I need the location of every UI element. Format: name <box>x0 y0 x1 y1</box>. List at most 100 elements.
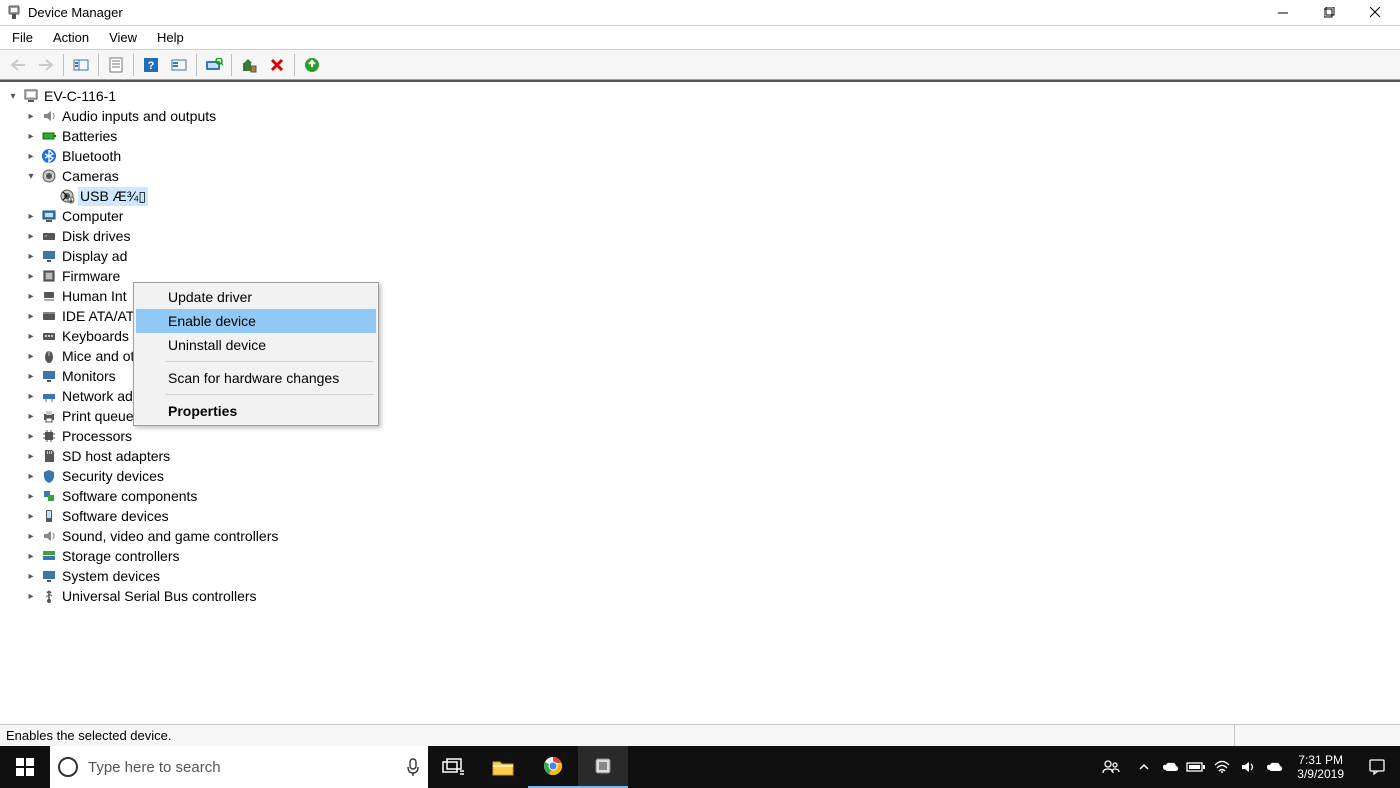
expand-toggle[interactable]: ▾ <box>24 169 38 183</box>
action-center-button[interactable] <box>1354 758 1400 776</box>
statusbar: Enables the selected device. <box>0 724 1400 746</box>
expand-toggle[interactable]: ▸ <box>24 389 38 403</box>
svg-text:?: ? <box>148 60 155 72</box>
context-update-driver[interactable]: Update driver <box>136 285 376 309</box>
hid-icon <box>40 287 58 305</box>
tree-category[interactable]: ▸ Security devices <box>22 466 1400 486</box>
disable-device-button[interactable] <box>264 53 290 77</box>
context-scan-hardware[interactable]: Scan for hardware changes <box>136 366 376 390</box>
tree-category[interactable]: ▸ Audio inputs and outputs <box>22 106 1400 126</box>
tree-category[interactable]: ▸ SD host adapters <box>22 446 1400 466</box>
enable-device-button[interactable] <box>299 53 325 77</box>
battery-tray-icon[interactable] <box>1183 746 1209 788</box>
root-label[interactable]: EV-C-116-1 <box>42 87 118 105</box>
expand-toggle[interactable]: ▸ <box>24 309 38 323</box>
maximize-button[interactable] <box>1306 0 1352 26</box>
expand-toggle[interactable]: ▸ <box>24 589 38 603</box>
search-placeholder: Type here to search <box>88 759 396 776</box>
scan-hardware-button[interactable] <box>201 53 227 77</box>
expand-toggle[interactable]: ▸ <box>24 489 38 503</box>
titlebar: Device Manager <box>0 0 1400 26</box>
tree-category[interactable]: ▸ Display ad <box>22 246 1400 266</box>
expand-toggle[interactable]: ▸ <box>24 549 38 563</box>
tree-category-cameras[interactable]: ▾ Cameras ▸ <box>22 166 1400 206</box>
properties-button[interactable] <box>103 53 129 77</box>
tree-category[interactable]: ▸ System devices <box>22 566 1400 586</box>
tree-category[interactable]: ▸ Computer <box>22 206 1400 226</box>
tree-category[interactable]: ▸ Software devices <box>22 506 1400 526</box>
usb-icon <box>40 587 58 605</box>
tree-category[interactable]: ▸ Batteries <box>22 126 1400 146</box>
close-button[interactable] <box>1352 0 1398 26</box>
tree-category[interactable]: ▸ Bluetooth <box>22 146 1400 166</box>
chrome-button[interactable] <box>528 746 578 788</box>
context-uninstall-device[interactable]: Uninstall device <box>136 333 376 357</box>
expand-toggle[interactable]: ▸ <box>24 229 38 243</box>
expand-toggle[interactable]: ▸ <box>24 269 38 283</box>
expand-toggle[interactable]: ▸ <box>24 329 38 343</box>
file-explorer-button[interactable] <box>478 746 528 788</box>
show-hide-tree-button[interactable] <box>68 53 94 77</box>
expand-toggle[interactable]: ▸ <box>24 369 38 383</box>
system-tray: 7:31 PM 3/9/2019 <box>1091 746 1400 788</box>
keyboard-icon <box>40 327 58 345</box>
window-title: Device Manager <box>28 5 123 20</box>
expand-toggle[interactable]: ▸ <box>24 449 38 463</box>
onedrive-icon[interactable] <box>1157 746 1183 788</box>
tree-category[interactable]: ▸ Processors <box>22 426 1400 446</box>
expand-toggle[interactable]: ▸ <box>24 109 38 123</box>
back-button <box>5 53 31 77</box>
expand-toggle[interactable]: ▸ <box>24 349 38 363</box>
processor-icon <box>40 427 58 445</box>
tree-category[interactable]: ▸ Universal Serial Bus controllers <box>22 586 1400 606</box>
mouse-icon <box>40 347 58 365</box>
expand-toggle[interactable]: ▸ <box>24 509 38 523</box>
start-button[interactable] <box>0 746 50 788</box>
expand-toggle[interactable]: ▸ <box>24 149 38 163</box>
firmware-icon <box>40 267 58 285</box>
expand-toggle[interactable]: ▸ <box>24 429 38 443</box>
context-menu[interactable]: Update driver Enable device Uninstall de… <box>133 282 379 426</box>
cloud-sync-icon[interactable] <box>1261 746 1287 788</box>
menu-view[interactable]: View <box>99 28 147 47</box>
computer-icon <box>22 87 40 105</box>
volume-icon[interactable] <box>1235 746 1261 788</box>
expand-toggle[interactable]: ▸ <box>24 289 38 303</box>
battery-icon <box>40 127 58 145</box>
expand-toggle[interactable]: ▸ <box>24 529 38 543</box>
tree-category[interactable]: ▸ Disk drives <box>22 226 1400 246</box>
expand-toggle[interactable]: ▾ <box>6 89 20 103</box>
context-separator <box>166 361 374 362</box>
menu-file[interactable]: File <box>2 28 43 47</box>
tray-expand-icon[interactable] <box>1131 746 1157 788</box>
expand-toggle[interactable]: ▸ <box>24 209 38 223</box>
context-properties[interactable]: Properties <box>136 399 376 423</box>
computer-icon <box>40 207 58 225</box>
expand-toggle[interactable]: ▸ <box>24 569 38 583</box>
task-view-button[interactable] <box>428 746 478 788</box>
taskbar-clock[interactable]: 7:31 PM 3/9/2019 <box>1287 753 1354 781</box>
device-manager-taskbar-button[interactable] <box>578 746 628 788</box>
minimize-button[interactable] <box>1260 0 1306 26</box>
people-icon[interactable] <box>1091 746 1131 788</box>
menu-help[interactable]: Help <box>147 28 194 47</box>
menu-action[interactable]: Action <box>43 28 99 47</box>
tree-category[interactable]: ▸ Sound, video and game controllers <box>22 526 1400 546</box>
expand-toggle[interactable]: ▸ <box>24 249 38 263</box>
tree-category[interactable]: ▸ Software components <box>22 486 1400 506</box>
tree-category[interactable]: ▸ Storage controllers <box>22 546 1400 566</box>
device-tree-panel[interactable]: ▾ EV-C-116-1 ▸ Audio inputs and outputs … <box>0 80 1400 724</box>
taskbar-search[interactable]: Type here to search <box>50 746 428 788</box>
mic-icon[interactable] <box>406 757 420 777</box>
software-devices-icon <box>40 507 58 525</box>
update-driver-button[interactable] <box>236 53 262 77</box>
context-enable-device[interactable]: Enable device <box>136 309 376 333</box>
tree-device-usb-camera[interactable]: ▸ USB Æ¾ <box>40 186 1400 206</box>
action-button[interactable] <box>166 53 192 77</box>
wifi-icon[interactable] <box>1209 746 1235 788</box>
expand-toggle[interactable]: ▸ <box>24 409 38 423</box>
expand-toggle[interactable]: ▸ <box>24 469 38 483</box>
forward-button <box>33 53 59 77</box>
help-button[interactable]: ? <box>138 53 164 77</box>
expand-toggle[interactable]: ▸ <box>24 129 38 143</box>
